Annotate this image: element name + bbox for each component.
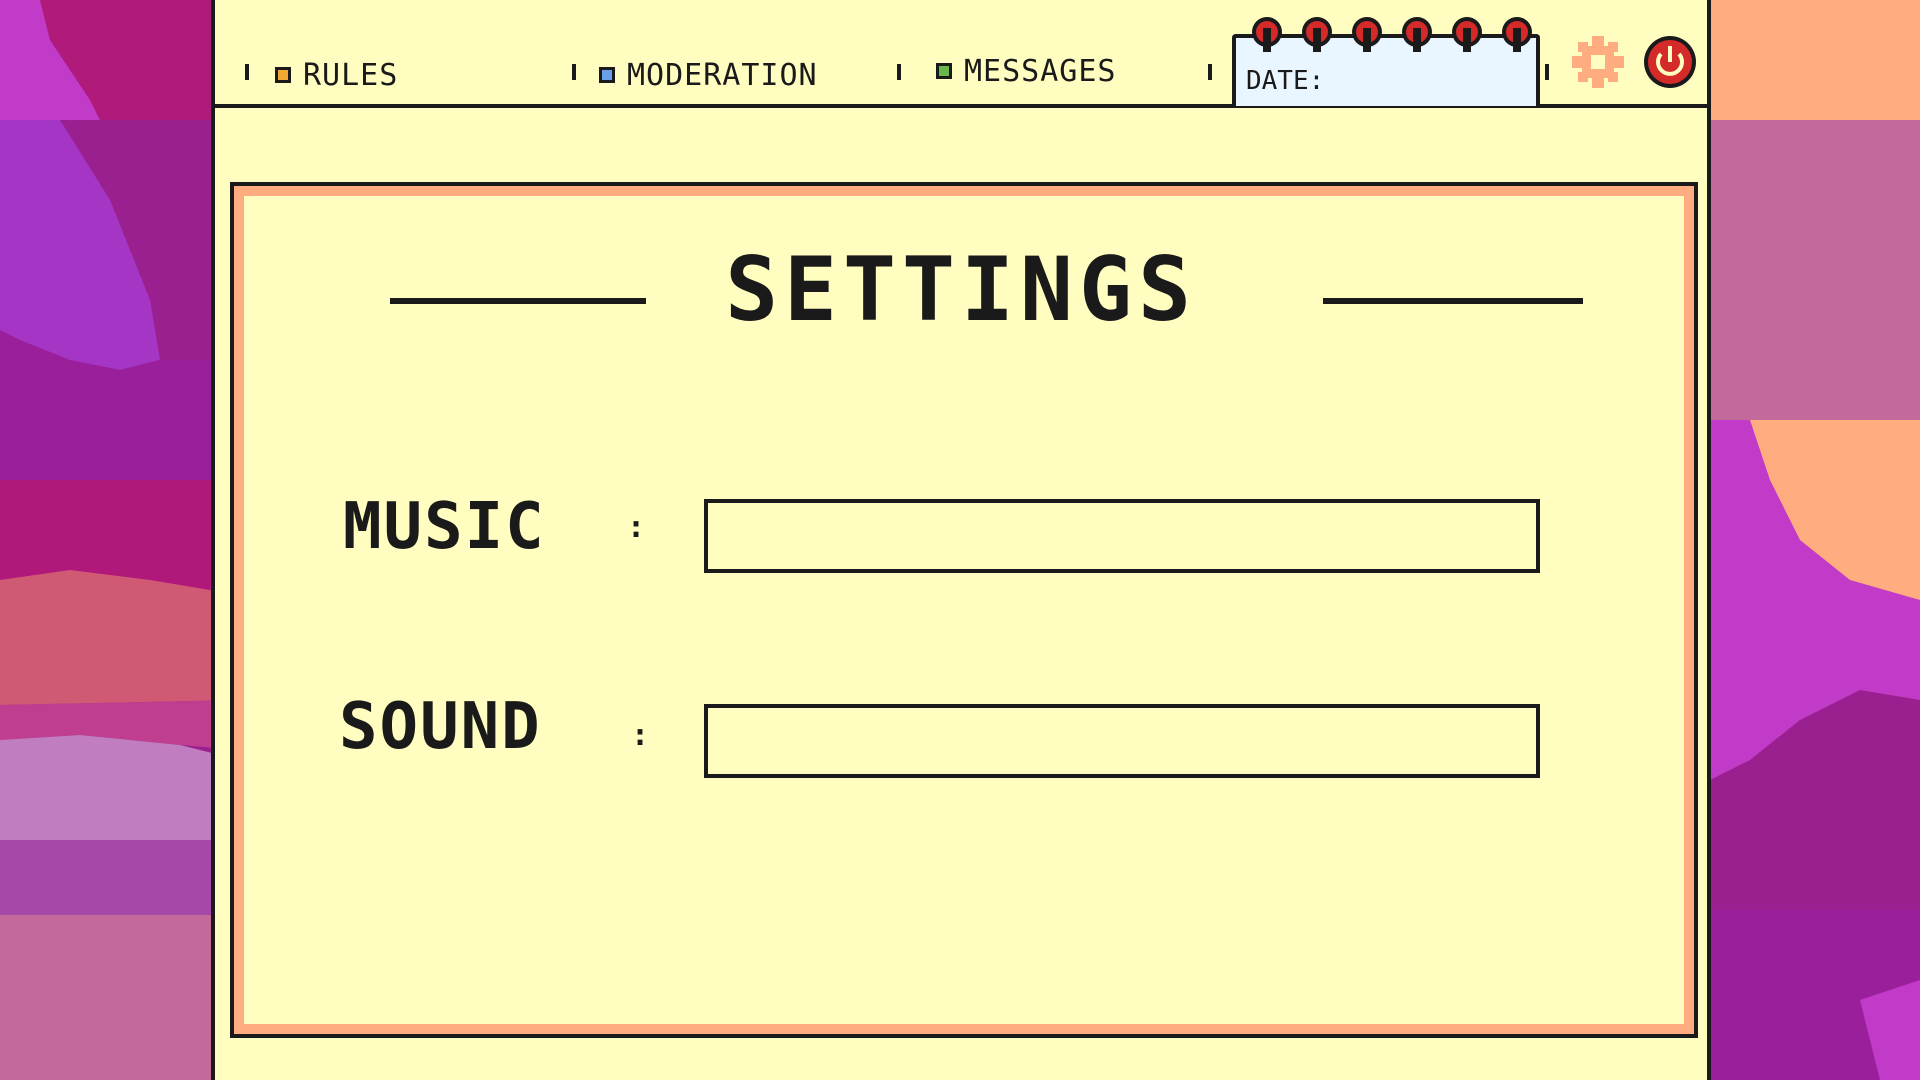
top-bar: RULES MODERATION MESSAGES DATE: xyxy=(215,0,1707,108)
tab-rules[interactable]: RULES xyxy=(275,56,398,94)
tab-divider xyxy=(897,64,901,80)
settings-title: SETTINGS xyxy=(725,238,1197,341)
background-left xyxy=(0,0,240,1080)
tab-messages[interactable]: MESSAGES xyxy=(936,52,1117,90)
tab-divider xyxy=(1545,64,1549,80)
moderation-color-icon xyxy=(599,67,615,83)
tab-divider xyxy=(572,64,576,80)
music-label: MUSIC xyxy=(343,490,546,564)
ring-hook xyxy=(1463,28,1471,52)
title-rule-right xyxy=(1323,298,1583,304)
gear-icon[interactable] xyxy=(1570,34,1626,90)
tab-rules-label: RULES xyxy=(303,57,399,93)
ring-hook xyxy=(1363,28,1371,52)
power-icon[interactable] xyxy=(1642,34,1698,90)
tab-messages-label: MESSAGES xyxy=(964,53,1117,89)
background-right xyxy=(1710,0,1920,1080)
tab-divider xyxy=(1208,64,1212,80)
main-panel: RULES MODERATION MESSAGES DATE: SETTINGS… xyxy=(211,0,1711,1080)
music-slider[interactable] xyxy=(704,499,1540,573)
sound-slider[interactable] xyxy=(704,704,1540,778)
rules-color-icon xyxy=(275,67,291,83)
ring-hook xyxy=(1313,28,1321,52)
ring-hook xyxy=(1263,28,1271,52)
messages-color-icon xyxy=(936,63,952,79)
music-colon: : xyxy=(627,510,646,545)
tab-moderation-label: MODERATION xyxy=(627,57,818,93)
sound-label: SOUND xyxy=(339,690,542,764)
notepad-rings-icon xyxy=(1252,17,1532,52)
tab-moderation[interactable]: MODERATION xyxy=(599,56,818,94)
ring-hook xyxy=(1413,28,1421,52)
date-label: DATE: xyxy=(1246,66,1325,96)
ring-hook xyxy=(1513,28,1521,52)
tab-divider xyxy=(245,64,249,80)
sound-colon: : xyxy=(631,718,650,753)
